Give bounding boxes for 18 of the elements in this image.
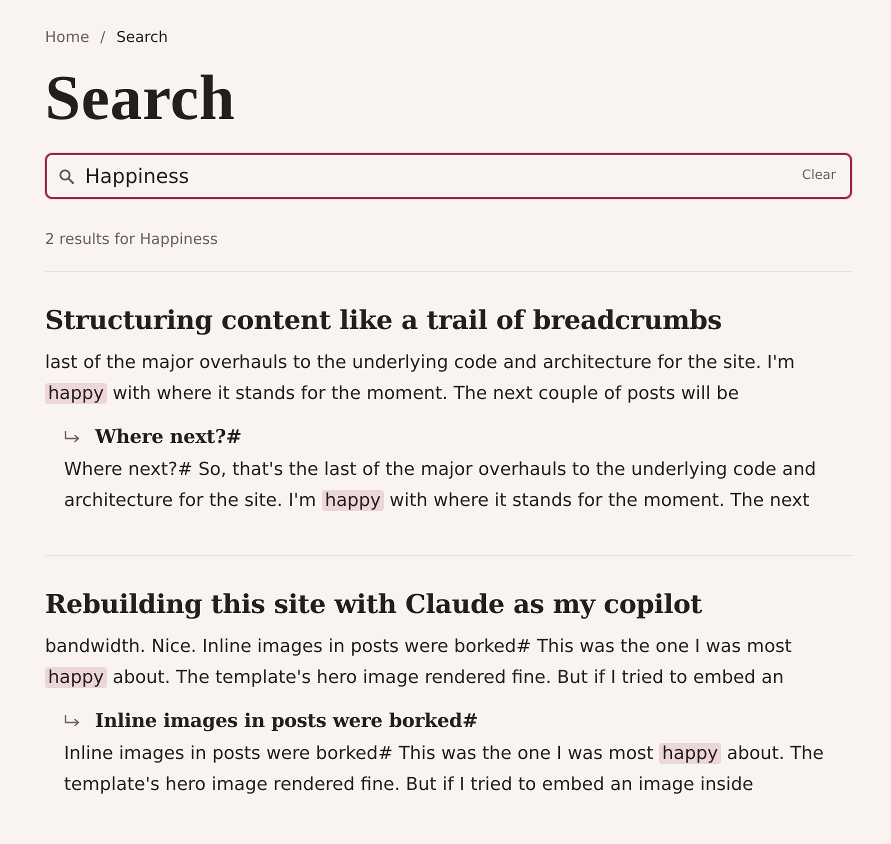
- section-excerpt: Where next?# So, that's the last of the major overhauls to the underlying code and architecture for the site. I'm happy with where it stands for the moment. The next: [64, 458, 818, 513]
- breadcrumb-current: Search: [116, 27, 168, 48]
- result-title[interactable]: Rebuilding this site with Claude as my copilot: [45, 587, 702, 623]
- page-title: Search: [45, 66, 236, 130]
- clear-button[interactable]: Clear: [800, 166, 838, 186]
- results-summary: 2 results for Happiness: [45, 229, 218, 250]
- search-field[interactable]: Happiness Clear: [45, 153, 852, 199]
- search-icon: [59, 168, 74, 184]
- section-heading[interactable]: Inline images in posts were borked#: [95, 707, 478, 735]
- subdirectory-arrow-icon: [64, 431, 80, 443]
- result-excerpt: last of the major overhauls to the underlying code and architecture for the site. I'm happy with where it stands for the moment. The next couple of posts will be: [45, 351, 796, 406]
- breadcrumb-link[interactable]: Home: [45, 25, 90, 49]
- subdirectory-arrow-icon: [64, 715, 80, 727]
- section-excerpt: Inline images in posts were borked# This was the one I was most happy about. The template's hero image rendered fine. But if I tried to embed an image inside: [64, 742, 825, 797]
- result-title[interactable]: Structuring content like a trail of breadcrumbs: [45, 303, 722, 339]
- result-excerpt: bandwidth. Nice. Inline images in posts were borked# This was the one I was most happy about. The template's hero image rendered fine. But if I tried to embed an: [45, 635, 793, 690]
- breadcrumb-separator: /: [100, 27, 106, 48]
- section-heading[interactable]: Where next?#: [95, 423, 242, 451]
